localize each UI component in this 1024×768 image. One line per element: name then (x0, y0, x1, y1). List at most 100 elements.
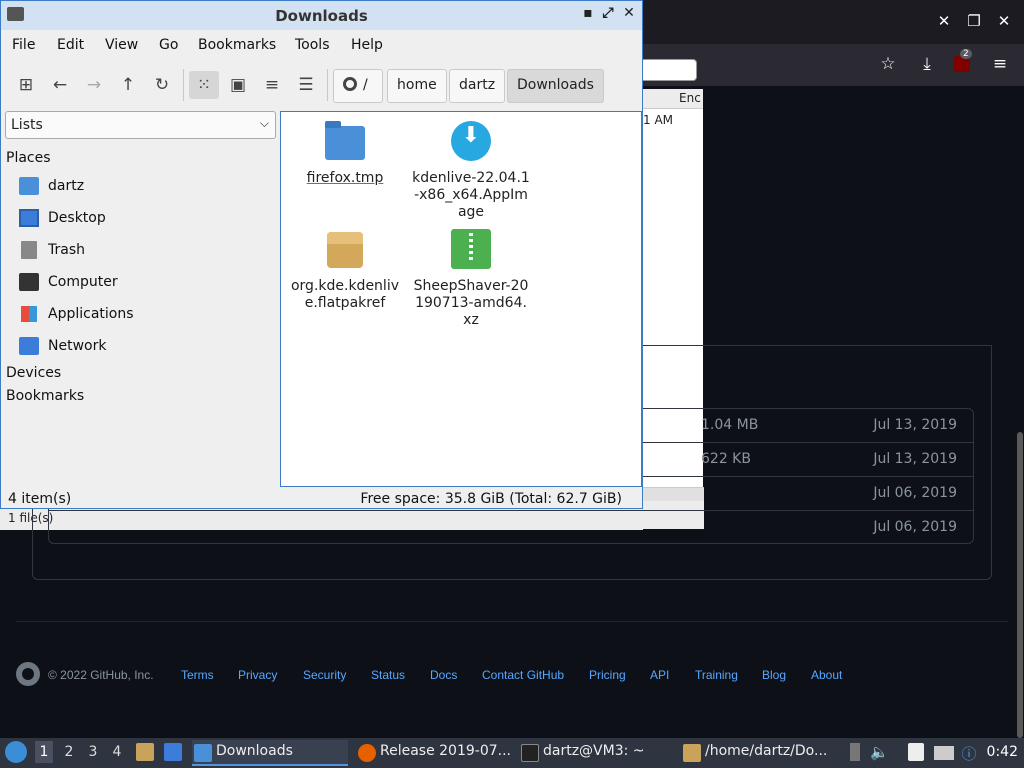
file-item[interactable]: kdenlive-22.04.1-x86_x64.AppImage (411, 120, 531, 221)
github-footer: © 2022 GitHub, Inc. Terms Privacy Securi… (16, 662, 1016, 688)
desktop-icon (19, 209, 39, 227)
restore-icon[interactable]: ❐ (964, 12, 984, 30)
appimage-icon (450, 120, 492, 162)
sidebar-item-computer[interactable]: Computer (19, 268, 259, 296)
file-view[interactable]: firefox.tmp kdenlive-22.04.1-x86_x64.App… (280, 111, 642, 487)
file-manager-window: Downloads ▪ ⤢ ✕ File Edit View Go Bookma… (0, 0, 643, 509)
volume-icon[interactable]: 🔈 (870, 743, 889, 761)
clipboard-icon[interactable] (908, 743, 924, 761)
workspace-3[interactable]: 3 (84, 744, 102, 760)
up-icon[interactable]: ↑ (113, 71, 143, 99)
sidebar-item-dartz[interactable]: dartz (19, 172, 259, 200)
icon-view-icon[interactable]: ⁙ (189, 71, 219, 99)
close-icon[interactable]: ✕ (994, 12, 1014, 30)
menu-help[interactable]: Help (351, 37, 383, 53)
asset-date: Jul 06, 2019 (873, 519, 957, 535)
download-icon[interactable]: ⤓ (915, 54, 939, 74)
start-menu-icon[interactable] (5, 741, 27, 763)
network-tray-icon[interactable] (934, 746, 954, 760)
task-label: Release 2019-07... (380, 743, 511, 759)
side-panel-mode-value: Lists (11, 117, 43, 133)
menu-view[interactable]: View (105, 37, 138, 53)
footer-link-docs[interactable]: Docs (430, 668, 457, 682)
footer-link-status[interactable]: Status (371, 668, 405, 682)
sidebar-item-label: Desktop (48, 210, 106, 226)
battery-icon[interactable] (850, 743, 860, 761)
window-title: Downloads (275, 7, 368, 25)
workspace-2[interactable]: 2 (60, 744, 78, 760)
free-space: Free space: 35.8 GiB (Total: 62.7 GiB) (360, 491, 622, 507)
hamburger-menu-icon[interactable]: ≡ (988, 54, 1012, 74)
asset-size: 1.04 MB (701, 417, 759, 433)
minimize-icon[interactable]: ▪ (579, 5, 597, 21)
task-firefox[interactable]: Release 2019-07... (356, 740, 512, 766)
file-item[interactable]: org.kde.kdenlive.flatpakref (285, 228, 405, 312)
devices-heading[interactable]: Devices (6, 365, 61, 381)
task-terminal[interactable]: dartz@VM3: ~ (519, 740, 675, 766)
footer-link-privacy[interactable]: Privacy (238, 668, 277, 682)
task-downloads[interactable]: Downloads (192, 740, 348, 766)
minimize-icon[interactable]: ✕ (934, 12, 954, 30)
thumbnail-view-icon[interactable]: ▣ (223, 71, 253, 99)
breadcrumb-root[interactable]: / (333, 69, 383, 103)
detailed-list-view-icon[interactable]: ☰ (291, 71, 321, 99)
footer-link-api[interactable]: API (650, 668, 669, 682)
asset-date: Jul 06, 2019 (873, 485, 957, 501)
menu-bookmarks[interactable]: Bookmarks (198, 37, 276, 53)
compact-view-icon[interactable]: ≡ (257, 71, 287, 99)
file-item[interactable]: firefox.tmp (285, 120, 405, 187)
file-item[interactable]: SheepShaver-20190713-amd64.xz (411, 228, 531, 329)
clock[interactable]: 0:42 (987, 744, 1018, 760)
side-panel-mode-select[interactable]: Lists ⌵ (5, 111, 276, 139)
notification-icon[interactable]: ⓘ (960, 743, 978, 763)
taskbar: 1 2 3 4 Downloads Release 2019-07... dar… (0, 738, 1024, 768)
file-name: firefox.tmp (306, 170, 384, 186)
breadcrumb-dartz[interactable]: dartz (449, 69, 506, 103)
close-icon[interactable]: ✕ (620, 5, 638, 21)
asset-row[interactable]: Jul 06, 2019 (49, 511, 973, 545)
bookmark-star-icon[interactable]: ☆ (876, 54, 900, 74)
menu-file[interactable]: File (12, 37, 35, 53)
sidebar-item-label: Applications (48, 306, 134, 322)
reload-icon[interactable]: ↻ (147, 71, 177, 99)
workspace-1[interactable]: 1 (35, 741, 53, 763)
footer-link-about[interactable]: About (811, 668, 842, 682)
menu-edit[interactable]: Edit (57, 37, 84, 53)
workspace-4[interactable]: 4 (108, 744, 126, 760)
footer-link-pricing[interactable]: Pricing (589, 668, 626, 682)
footer-link-contact[interactable]: Contact GitHub (482, 668, 564, 682)
sidebar-item-trash[interactable]: Trash (19, 236, 259, 264)
window-titlebar[interactable]: Downloads ▪ ⤢ ✕ (1, 1, 642, 30)
footer-link-training[interactable]: Training (695, 668, 738, 682)
toolbar-separator (183, 69, 184, 101)
show-desktop-icon[interactable] (164, 743, 182, 761)
sidebar-item-label: Network (48, 338, 107, 354)
url-bar[interactable] (640, 59, 697, 81)
sidebar-item-network[interactable]: Network (19, 332, 259, 360)
sidebar-item-desktop[interactable]: Desktop (19, 204, 259, 232)
sidebar-item-applications[interactable]: Applications (19, 300, 259, 328)
maximize-icon[interactable]: ⤢ (599, 5, 617, 21)
asset-date: Jul 13, 2019 (873, 417, 957, 433)
firefox-icon (358, 744, 376, 762)
footer-link-blog[interactable]: Blog (762, 668, 786, 682)
github-logo-icon[interactable] (16, 662, 40, 686)
task-archive[interactable]: /home/dartz/Do... (681, 740, 837, 766)
file-name: kdenlive-22.04.1-x86_x64.AppImage (412, 170, 530, 220)
menu-tools[interactable]: Tools (295, 37, 330, 53)
breadcrumb-home[interactable]: home (387, 69, 447, 103)
footer-link-terms[interactable]: Terms (181, 668, 214, 682)
back-icon[interactable]: ← (45, 71, 75, 99)
bookmarks-heading[interactable]: Bookmarks (6, 388, 84, 404)
menu-go[interactable]: Go (159, 37, 178, 53)
sidebar-item-label: dartz (48, 178, 85, 194)
forward-icon[interactable]: → (79, 71, 109, 99)
breadcrumb-downloads[interactable]: Downloads (507, 69, 604, 103)
footer-link-security[interactable]: Security (303, 668, 346, 682)
new-tab-icon[interactable]: ⊞ (11, 71, 41, 99)
asset-size: 622 KB (701, 451, 751, 467)
page-scrollbar[interactable] (1017, 432, 1023, 738)
applications-icon (21, 306, 37, 322)
file-manager-launcher-icon[interactable] (136, 743, 154, 761)
places-heading[interactable]: Places (6, 150, 51, 166)
